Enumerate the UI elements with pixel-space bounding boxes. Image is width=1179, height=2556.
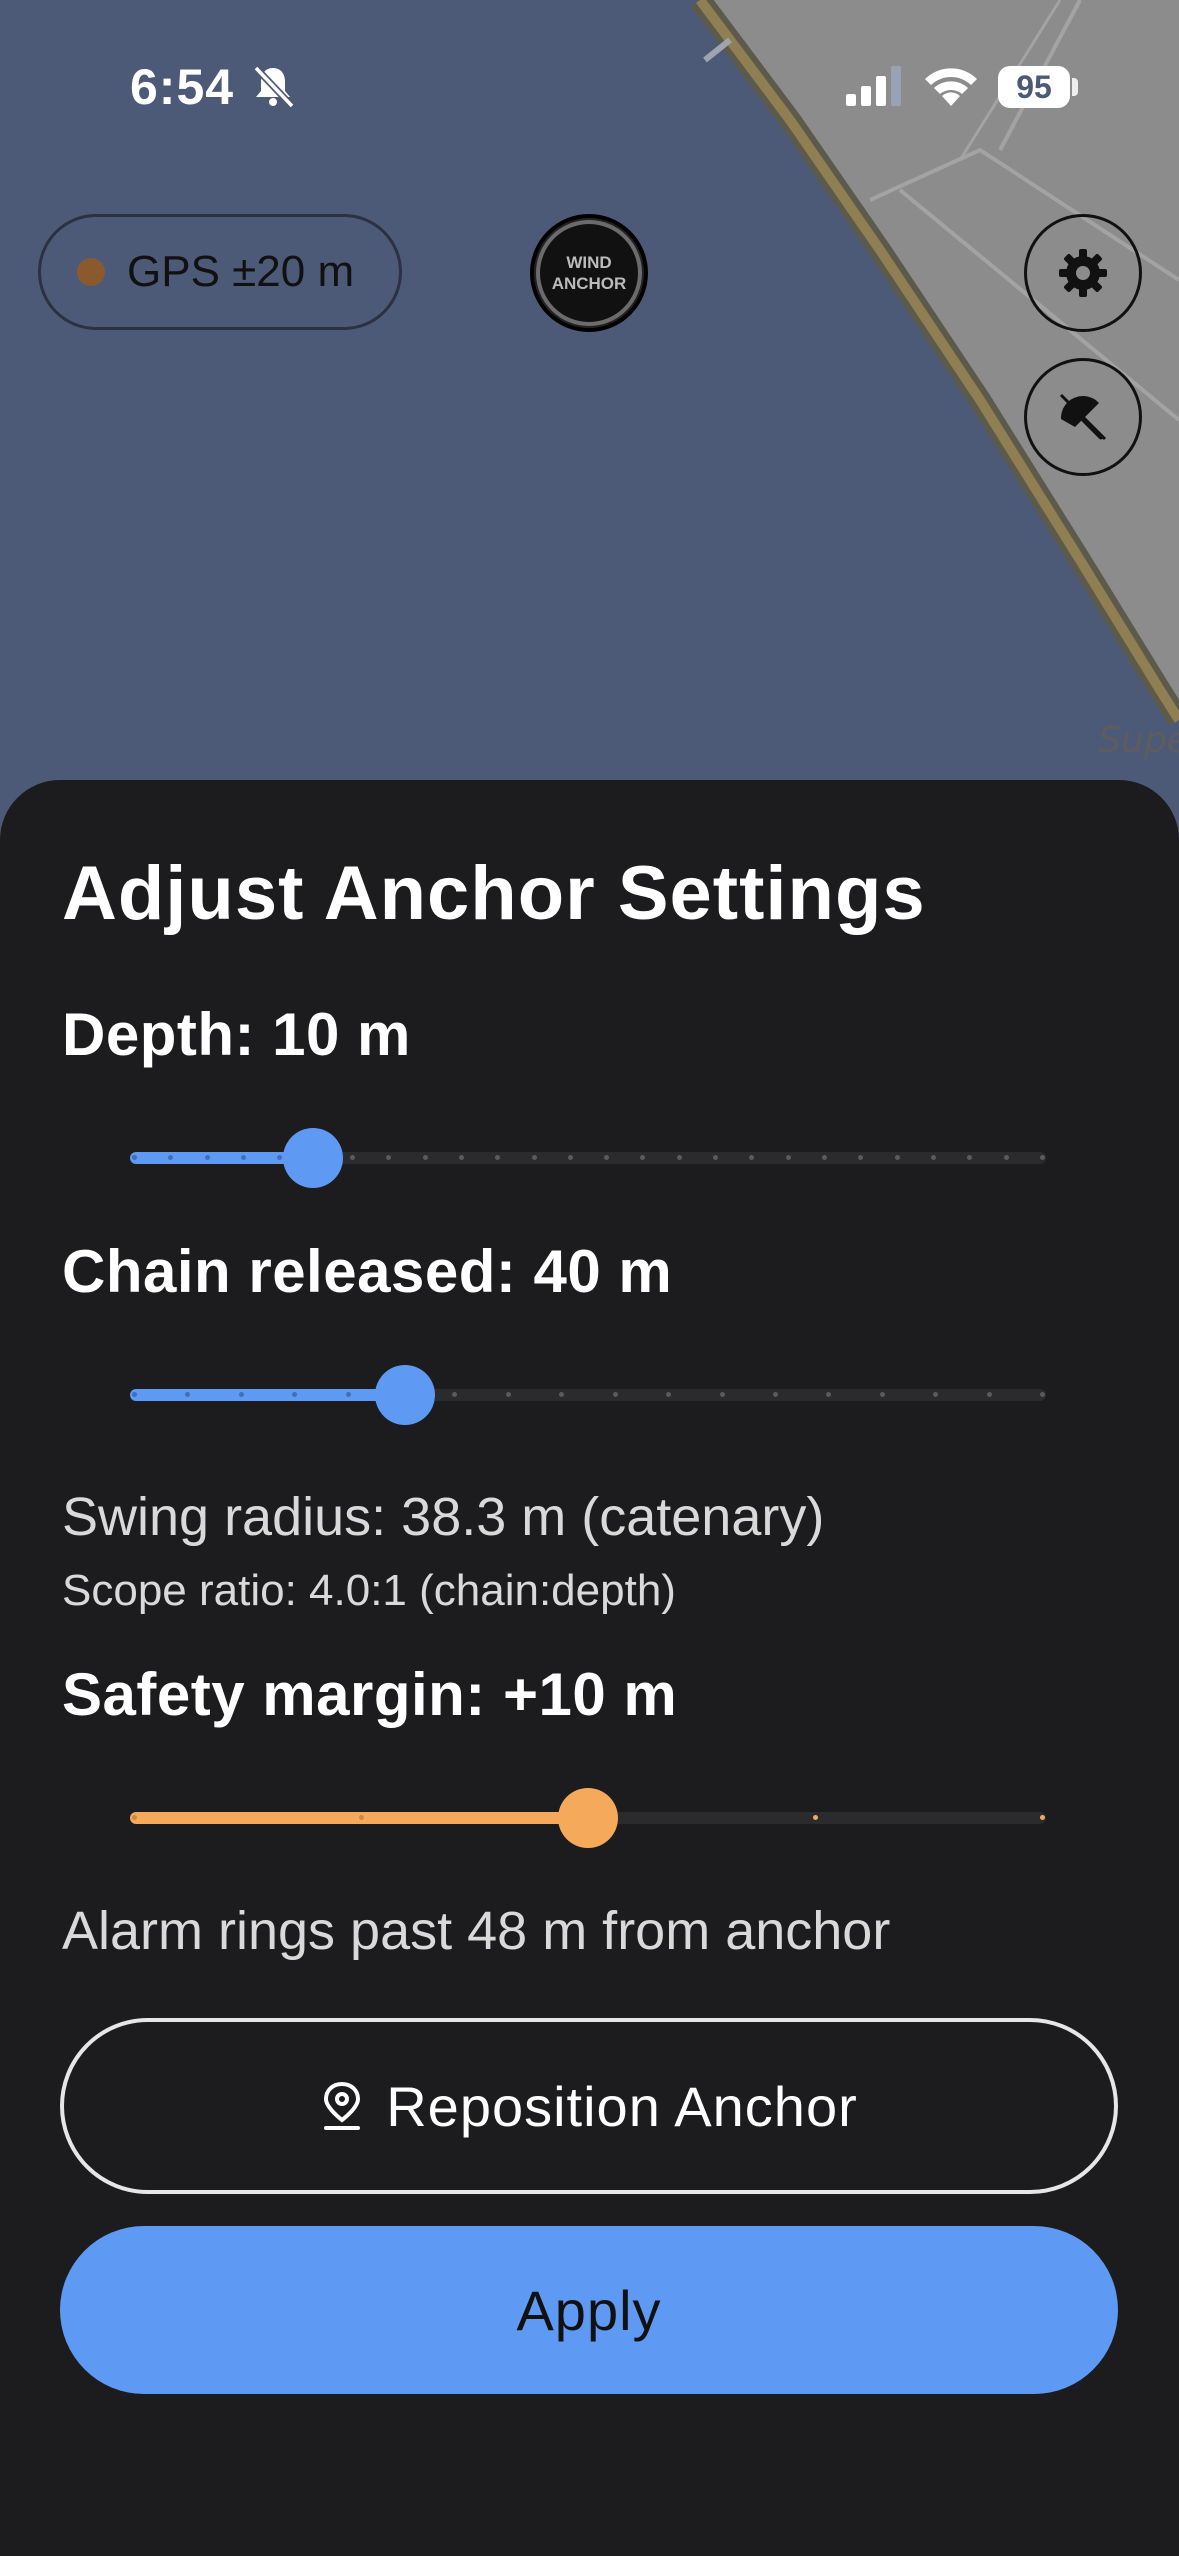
wind-anchor-line1: WIND: [566, 253, 612, 272]
slider-tick: [386, 1155, 391, 1160]
slider-tick: [559, 1392, 564, 1397]
gear-icon: [1059, 249, 1107, 297]
cellular-signal-icon: [846, 66, 901, 106]
safety-margin-label: Safety margin: +10 m: [62, 1661, 678, 1728]
settings-button[interactable]: [1024, 214, 1142, 332]
slider-thumb[interactable]: [283, 1128, 343, 1188]
slider-tick: [1040, 1155, 1045, 1160]
slider-tick: [933, 1392, 938, 1397]
safety-margin-slider[interactable]: [130, 1788, 1046, 1848]
apply-button[interactable]: Apply: [60, 2226, 1118, 2394]
apply-label: Apply: [516, 2278, 662, 2342]
chain-slider[interactable]: [130, 1365, 1046, 1425]
sheet-title: Adjust Anchor Settings: [62, 851, 926, 936]
slider-tick: [495, 1155, 500, 1160]
slider-tick: [858, 1155, 863, 1160]
slider-tick: [185, 1392, 190, 1397]
slider-tick: [277, 1155, 282, 1160]
slider-tick: [749, 1155, 754, 1160]
slider-tick: [1040, 1815, 1045, 1820]
reposition-anchor-button[interactable]: Reposition Anchor: [60, 2018, 1118, 2194]
slider-tick: [604, 1155, 609, 1160]
wind-anchor-line2: ANCHOR: [551, 274, 627, 293]
swing-radius-text: Swing radius: 38.3 m (catenary): [62, 1487, 825, 1547]
slider-tick: [987, 1392, 992, 1397]
alarm-radius-text: Alarm rings past 48 m from anchor: [62, 1901, 891, 1961]
slider-thumb[interactable]: [375, 1365, 435, 1425]
slider-tick: [640, 1155, 645, 1160]
wind-anchor-button[interactable]: WIND ANCHOR: [530, 214, 648, 332]
slider-tick: [205, 1155, 210, 1160]
location-pin-icon: [324, 2081, 361, 2130]
gps-status-dot: [77, 258, 105, 286]
map-place-label: Supe: [1098, 720, 1179, 761]
slider-tick: [346, 1392, 351, 1397]
slider-tick: [773, 1392, 778, 1397]
slider-tick: [506, 1392, 511, 1397]
slider-tick: [895, 1155, 900, 1160]
map-view[interactable]: Supe: [0, 0, 1179, 820]
slider-tick: [241, 1155, 246, 1160]
depth-slider[interactable]: [130, 1128, 1046, 1188]
slider-tick: [720, 1392, 725, 1397]
scope-ratio-text: Scope ratio: 4.0:1 (chain:depth): [62, 1566, 676, 1615]
slider-tick: [292, 1392, 297, 1397]
slider-tick: [568, 1155, 573, 1160]
slider-tick: [713, 1155, 718, 1160]
gps-status-text: GPS ±20 m: [127, 247, 355, 296]
slider-tick: [822, 1155, 827, 1160]
slider-tick: [1004, 1155, 1009, 1160]
anchor-mode-button[interactable]: [1024, 358, 1142, 476]
slider-tick: [168, 1155, 173, 1160]
slider-fill: [130, 1389, 405, 1401]
slider-tick: [359, 1815, 364, 1820]
battery-icon: 95: [998, 66, 1070, 108]
slider-tick: [967, 1155, 972, 1160]
slider-tick: [532, 1155, 537, 1160]
slider-tick: [880, 1392, 885, 1397]
slider-tick: [459, 1155, 464, 1160]
wifi-icon: [925, 68, 977, 106]
gps-status-pill[interactable]: GPS ±20 m: [38, 214, 402, 330]
chain-label: Chain released: 40 m: [62, 1238, 673, 1305]
slider-tick: [666, 1392, 671, 1397]
battery-tip: [1072, 78, 1078, 96]
slider-tick: [677, 1155, 682, 1160]
umbrella-icon: [1059, 393, 1107, 441]
slider-tick: [931, 1155, 936, 1160]
slider-tick: [786, 1155, 791, 1160]
slider-tick: [132, 1392, 137, 1397]
slider-tick: [813, 1815, 818, 1820]
reposition-anchor-label: Reposition Anchor: [386, 2074, 858, 2138]
bell-slash-icon: [253, 65, 295, 109]
slider-tick: [350, 1155, 355, 1160]
slider-tick: [826, 1392, 831, 1397]
slider-tick: [1040, 1392, 1045, 1397]
slider-tick: [132, 1815, 137, 1820]
slider-tick: [452, 1392, 457, 1397]
status-time: 6:54: [130, 59, 235, 115]
map-canvas: [0, 0, 1179, 820]
slider-tick: [613, 1392, 618, 1397]
slider-tick: [423, 1155, 428, 1160]
depth-label: Depth: 10 m: [62, 1001, 411, 1068]
slider-thumb[interactable]: [558, 1788, 618, 1848]
slider-tick: [239, 1392, 244, 1397]
slider-tick: [132, 1155, 137, 1160]
